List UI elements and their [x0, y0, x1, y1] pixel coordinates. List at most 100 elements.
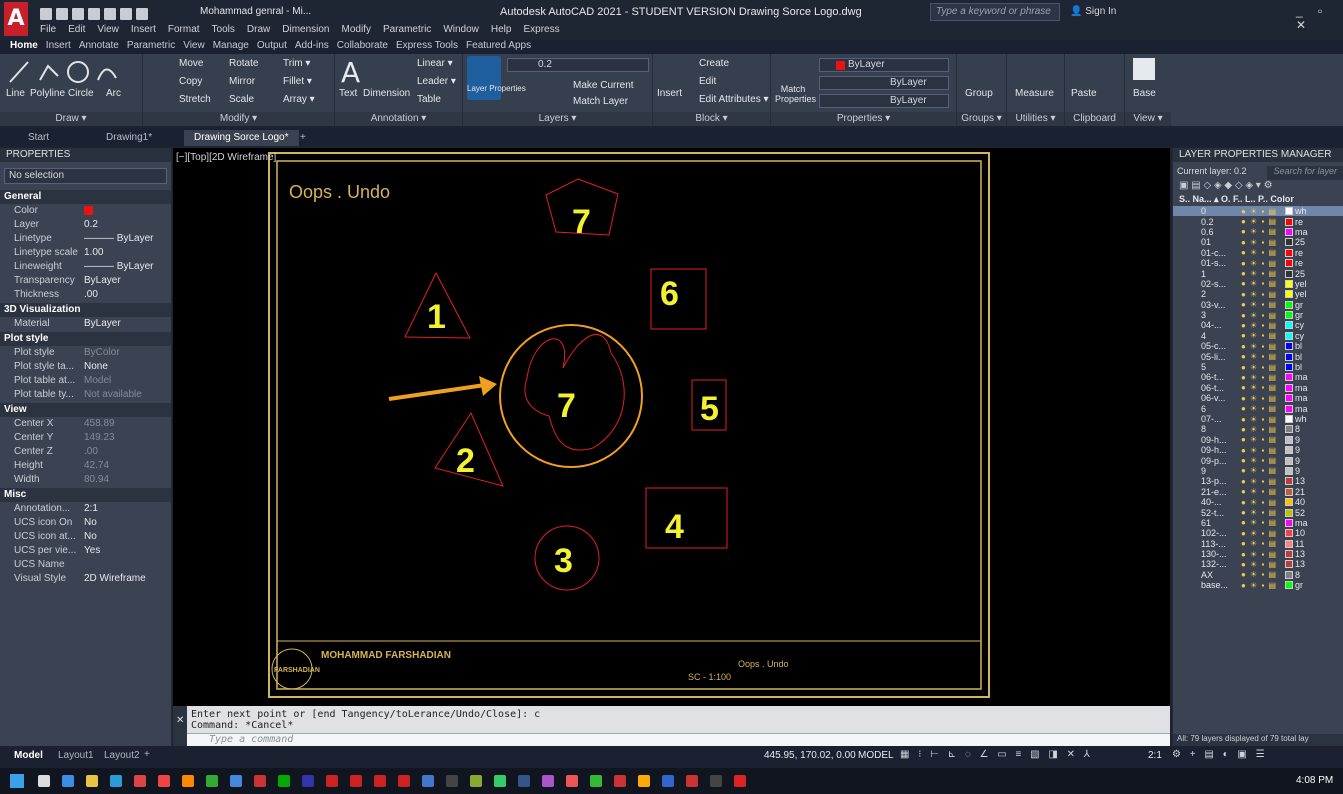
layer-color-swatch[interactable]	[1285, 570, 1293, 579]
array-button[interactable]: Array ▾	[283, 94, 315, 105]
tab-drawing1[interactable]: Drawing1*	[96, 130, 162, 146]
layer-dropdown[interactable]: 0.2	[507, 58, 649, 72]
model-space-toggle[interactable]: MODEL	[858, 750, 894, 761]
layer-row[interactable]: 05-li... ● ☀ ▪ ▤ bl	[1173, 351, 1343, 362]
section-misc[interactable]: Misc	[0, 488, 171, 502]
section-view[interactable]: View	[0, 403, 171, 417]
layer-color-swatch[interactable]	[1285, 415, 1293, 423]
layer-state-icons[interactable]: ● ☀ ▪ ▤	[1241, 248, 1285, 257]
layer-color-swatch[interactable]	[1285, 466, 1293, 475]
layer-row[interactable]: AX ● ☀ ▪ ▤ 8	[1173, 570, 1343, 580]
layer-state-icons[interactable]: ● ☀ ▪ ▤	[1241, 207, 1285, 216]
workspace-selector[interactable]: Mohammad genral - Mi...	[200, 6, 311, 17]
ribbon-tab-add-ins[interactable]: Add-ins	[295, 40, 329, 54]
property-row[interactable]: Linetype scale 1.00	[0, 246, 171, 260]
property-row[interactable]: Width 80.94	[0, 473, 171, 487]
circle-button[interactable]: Circle	[68, 88, 94, 99]
layer-state-icons[interactable]: ● ☀ ▪ ▤	[1241, 269, 1285, 278]
layer-row[interactable]: 02-s... ● ☀ ▪ ▤ yel	[1173, 279, 1343, 289]
layer-state-icons[interactable]: ● ☀ ▪ ▤	[1241, 560, 1285, 569]
layer-color-swatch[interactable]	[1285, 342, 1293, 351]
text-button[interactable]: Text	[339, 88, 357, 99]
layer-row[interactable]: 6 ● ☀ ▪ ▤ ma	[1173, 403, 1343, 414]
layer-state-icons[interactable]: ● ☀ ▪ ▤	[1241, 466, 1285, 475]
section-3d-visualization[interactable]: 3D Visualization	[0, 303, 171, 317]
ribbon-tab-parametric[interactable]: Parametric	[127, 40, 175, 54]
layer-color-swatch[interactable]	[1285, 394, 1293, 403]
layer-row[interactable]: 09-p... ● ☀ ▪ ▤ 9	[1173, 455, 1343, 466]
layer-state-icons[interactable]: ● ☀ ▪ ▤	[1241, 217, 1285, 226]
layer-color-swatch[interactable]	[1285, 435, 1293, 444]
taskbar-app-icon[interactable]	[542, 775, 554, 787]
menu-express[interactable]: Express	[523, 24, 559, 35]
layer-row[interactable]: 09-h... ● ☀ ▪ ▤ 9	[1173, 445, 1343, 455]
layer-color-swatch[interactable]	[1285, 269, 1293, 278]
property-row[interactable]: Center Z .00	[0, 445, 171, 459]
draw-panel-label[interactable]: Draw ▾	[0, 112, 142, 126]
layer-state-icons[interactable]: ● ☀ ▪ ▤	[1241, 342, 1285, 351]
window-controls[interactable]: _ ▫ ✕	[1296, 4, 1343, 32]
layer-color-swatch[interactable]	[1285, 227, 1293, 236]
taskbar-app-icon[interactable]	[302, 775, 314, 787]
layer-state-icons[interactable]: ● ☀ ▪ ▤	[1241, 477, 1285, 486]
taskbar-app-icon[interactable]	[182, 775, 194, 787]
viewport-controls[interactable]: [−][Top][2D Wireframe]	[176, 152, 276, 163]
measure-button[interactable]: Measure	[1015, 88, 1054, 99]
layer-state-icons[interactable]: ● ☀ ▪ ▤	[1241, 394, 1285, 403]
color-dropdown[interactable]: ByLayer	[819, 58, 949, 72]
selection-dropdown[interactable]: No selection	[4, 168, 167, 184]
view-panel-label[interactable]: View ▾	[1125, 112, 1171, 126]
menu-parametric[interactable]: Parametric	[383, 24, 431, 35]
layer-row[interactable]: 4 ● ☀ ▪ ▤ cy	[1173, 331, 1343, 341]
trim-button[interactable]: Trim ▾	[283, 58, 310, 69]
taskbar-app-icon[interactable]	[86, 775, 98, 787]
base-button[interactable]: Base	[1133, 88, 1156, 99]
property-row[interactable]: Material ByLayer	[0, 317, 171, 331]
layer-state-icons[interactable]: ● ☀ ▪ ▤	[1241, 227, 1285, 236]
property-row[interactable]: Transparency ByLayer	[0, 274, 171, 288]
stretch-button[interactable]: Stretch	[179, 94, 211, 105]
layer-color-swatch[interactable]	[1285, 331, 1293, 340]
property-row[interactable]: Center X 458.89	[0, 417, 171, 431]
layer-row[interactable]: 61 ● ☀ ▪ ▤ ma	[1173, 518, 1343, 528]
layer-search-input[interactable]: Search for layer	[1267, 166, 1343, 180]
ribbon-tab-express-tools[interactable]: Express Tools	[396, 40, 458, 54]
layer-row[interactable]: 5 ● ☀ ▪ ▤ bl	[1173, 362, 1343, 372]
taskbar-app-icon[interactable]	[350, 775, 362, 787]
layer-row[interactable]: 06-t... ● ☀ ▪ ▤ ma	[1173, 383, 1343, 393]
layer-state-icons[interactable]: ● ☀ ▪ ▤	[1241, 279, 1285, 288]
layer-color-swatch[interactable]	[1285, 581, 1293, 590]
layer-row[interactable]: 113-... ● ☀ ▪ ▤ 11	[1173, 539, 1343, 549]
layer-state-icons[interactable]: ● ☀ ▪ ▤	[1241, 404, 1285, 413]
taskbar-app-icon[interactable]	[470, 775, 482, 787]
groups-panel-label[interactable]: Groups ▾	[957, 112, 1006, 126]
drawing-svg[interactable]: 7 1 6 7 5 2 4 3 Oops . Undo FARSHADIAN M…	[173, 148, 1170, 706]
property-row[interactable]: UCS icon at... No	[0, 530, 171, 544]
layer-row[interactable]: 09-h... ● ☀ ▪ ▤ 9	[1173, 435, 1343, 445]
taskbar-app-icon[interactable]	[518, 775, 530, 787]
copy-button[interactable]: Copy	[179, 76, 202, 87]
status-toggles[interactable]: ▦ ⁝ ⊢ ⊾ ◌ ∠ ▭ ≡ ▧ ◨ ✕ ⅄	[900, 749, 1093, 760]
properties-panel-label[interactable]: Properties ▾	[771, 112, 956, 126]
layer-color-swatch[interactable]	[1285, 238, 1293, 247]
layer-color-swatch[interactable]	[1285, 508, 1293, 517]
property-row[interactable]: UCS per vie... Yes	[0, 544, 171, 558]
menu-tools[interactable]: Tools	[212, 24, 235, 35]
layer-color-swatch[interactable]	[1285, 279, 1293, 288]
property-row[interactable]: Lineweight ——— ByLayer	[0, 260, 171, 274]
match-properties-button[interactable]: Match Properties	[775, 84, 816, 104]
layer-row[interactable]: 04-... ● ☀ ▪ ▤ cy	[1173, 320, 1343, 330]
property-row[interactable]: UCS icon On No	[0, 516, 171, 530]
property-row[interactable]: UCS Name	[0, 558, 171, 572]
layer-row[interactable]: 0 ● ☀ ▪ ▤ wh	[1173, 206, 1343, 217]
base-icon[interactable]	[1133, 58, 1155, 80]
rotate-button[interactable]: Rotate	[229, 58, 258, 69]
layer-row[interactable]: 3 ● ☀ ▪ ▤ gr	[1173, 310, 1343, 320]
layer-state-icons[interactable]: ● ☀ ▪ ▤	[1241, 415, 1285, 424]
ribbon-tab-collaborate[interactable]: Collaborate	[337, 40, 388, 54]
layer-state-icons[interactable]: ● ☀ ▪ ▤	[1241, 508, 1285, 517]
layer-color-swatch[interactable]	[1285, 207, 1293, 216]
windows-start-icon[interactable]	[10, 774, 24, 788]
arc-button[interactable]: Arc	[106, 88, 121, 99]
search-input[interactable]: Type a keyword or phrase	[930, 3, 1060, 21]
